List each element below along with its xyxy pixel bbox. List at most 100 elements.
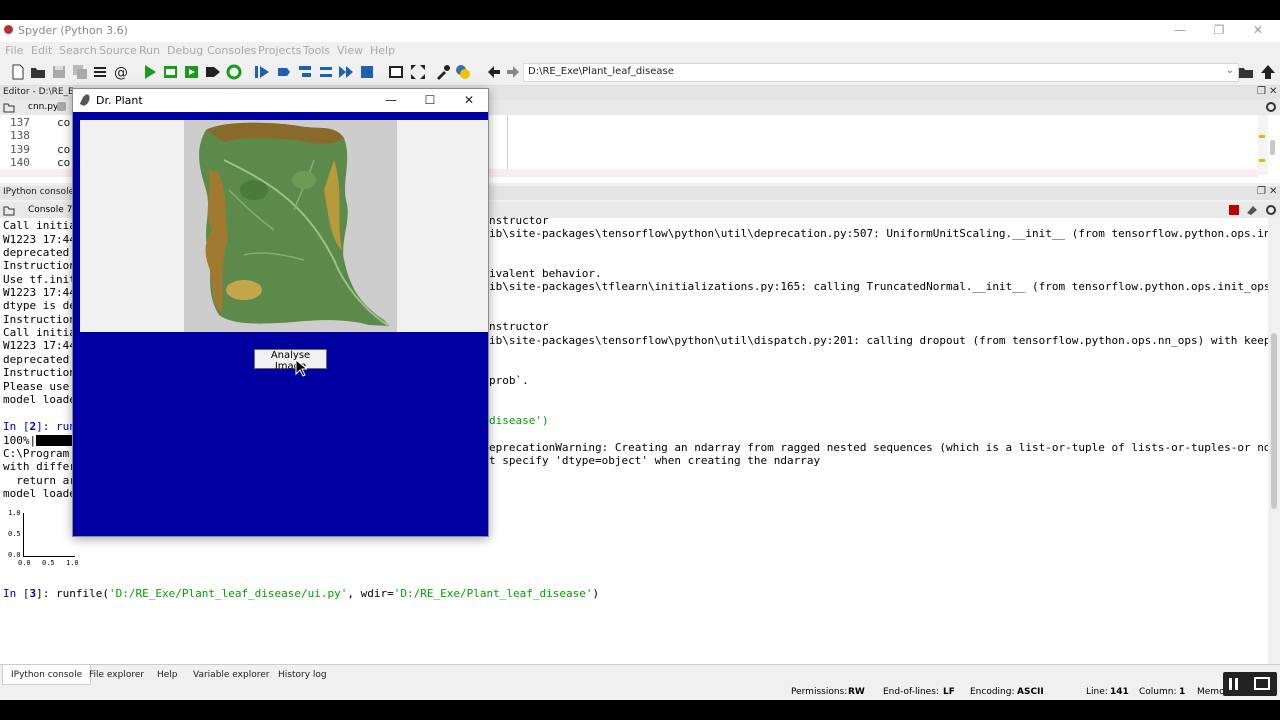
maximize-pane-icon[interactable] [388, 64, 404, 80]
stop-debug-icon[interactable] [359, 64, 375, 80]
menu-debug[interactable]: Debug [167, 44, 203, 57]
chevron-down-icon[interactable]: ⌄ [1226, 65, 1234, 76]
analyse-image-button[interactable]: Analyse Image [254, 349, 327, 372]
forward-arrow-icon[interactable] [505, 64, 521, 80]
console-line: eprecationWarning: Creating an ndarray f… [489, 441, 1280, 454]
tab-help[interactable]: Help [149, 665, 186, 685]
run-icon[interactable] [142, 64, 158, 80]
close-pane-icon[interactable]: ✕ [1269, 186, 1277, 197]
maximize-icon[interactable]: ☐ [421, 92, 439, 108]
undock-icon[interactable]: ❐ [1257, 186, 1266, 197]
prompt-command: ]: runfile( [36, 587, 109, 600]
leaf-photo [184, 120, 397, 332]
console-line: model loaded [3, 393, 83, 406]
in3-line: In [3]: runfile('D:/RE_Exe/Plant_leaf_di… [3, 587, 599, 600]
python-path-icon[interactable] [455, 64, 471, 80]
menu-source[interactable]: Source [99, 44, 137, 57]
run-selection-icon[interactable] [205, 64, 221, 80]
working-directory-path: D:\RE_Exe\Plant_leaf_disease [528, 66, 674, 77]
spyder-logo-icon [4, 25, 13, 34]
open-file-icon[interactable] [30, 64, 46, 80]
bottom-black-bar [0, 700, 1280, 720]
encoding-value: ASCII [1017, 687, 1044, 697]
browse-tabs-icon[interactable] [3, 102, 15, 113]
svg-text:@: @ [114, 65, 128, 80]
menu-edit[interactable]: Edit [31, 44, 52, 57]
menu-view[interactable]: View [337, 44, 363, 57]
menu-tools[interactable]: Tools [303, 44, 330, 57]
edge-line [507, 115, 508, 175]
menu-projects[interactable]: Projects [258, 44, 301, 57]
console-line: W1223 17:44 [3, 233, 76, 246]
close-tab-icon[interactable] [57, 102, 66, 111]
step-into-icon[interactable] [297, 64, 313, 80]
menu-search[interactable]: Search [59, 44, 97, 57]
list-icon[interactable] [92, 64, 108, 80]
menu-consoles[interactable]: Consoles [207, 44, 256, 57]
menu-bar: File Edit Search Source Run Debug Consol… [0, 42, 1280, 60]
step-icon[interactable] [276, 64, 292, 80]
close-icon[interactable]: ✕ [460, 92, 478, 108]
editor-tab-cnn[interactable]: cnn.py [28, 102, 58, 112]
feather-icon [79, 93, 92, 107]
screenshot-icon[interactable] [1254, 677, 1270, 690]
warning-marker [1259, 135, 1265, 138]
progress-label: 100%| [3, 434, 37, 447]
undock-icon[interactable]: ❐ [1257, 86, 1266, 97]
scroll-thumb[interactable] [1270, 140, 1275, 155]
console-scrollbar[interactable] [1268, 218, 1280, 664]
editor-scrollbar[interactable] [1258, 115, 1268, 175]
tab-file-explorer[interactable]: File explorer [81, 665, 152, 685]
y-tick-label: 0.0 [8, 551, 21, 559]
save-all-icon[interactable] [72, 64, 88, 80]
at-sign-icon[interactable]: @ [113, 64, 129, 80]
continue-icon[interactable] [338, 64, 354, 80]
step-return-icon[interactable] [318, 64, 334, 80]
tab-history-log[interactable]: History log [270, 665, 335, 685]
working-directory-input[interactable]: D:\RE_Exe\Plant_leaf_disease ⌄ [523, 63, 1239, 82]
new-file-icon[interactable] [10, 64, 26, 80]
tab-variable-explorer[interactable]: Variable explorer [185, 665, 277, 685]
debug-icon[interactable] [254, 64, 270, 80]
preferences-icon[interactable] [435, 64, 451, 80]
gear-icon[interactable] [1265, 204, 1277, 216]
save-icon[interactable] [51, 64, 67, 80]
stop-kernel-icon[interactable] [1229, 205, 1239, 215]
gear-icon[interactable] [1265, 101, 1277, 113]
close-pane-icon[interactable]: ✕ [1269, 86, 1277, 97]
console-line: ivalent behavior. [489, 267, 602, 280]
eol-value: LF [943, 687, 955, 697]
console-line: disease') [489, 414, 549, 427]
fullscreen-icon[interactable] [410, 64, 426, 80]
console-line: Please use [3, 380, 70, 393]
encoding-label: Encoding: [970, 687, 1015, 697]
menu-file[interactable]: File [5, 44, 23, 57]
rerun-icon[interactable] [226, 64, 242, 80]
console-line: W1223 17:44 [3, 286, 76, 299]
minimize-icon[interactable]: — [1170, 22, 1190, 38]
browse-folder-icon[interactable] [1238, 64, 1254, 80]
plot-axes [23, 513, 75, 557]
run-cell-advance-icon[interactable] [184, 64, 200, 80]
menu-run[interactable]: Run [139, 44, 160, 57]
restore-icon[interactable]: ❐ [1209, 22, 1229, 38]
parent-directory-icon[interactable] [1260, 64, 1276, 80]
run-cell-icon[interactable] [163, 64, 179, 80]
x-tick-label: 1.0 [66, 559, 79, 567]
line-number: 137 [10, 116, 30, 129]
pause-icon[interactable] [1229, 678, 1232, 690]
tab-ipython-console[interactable]: IPython console [2, 665, 92, 685]
dialog-title-bar: Dr. Plant — ☐ ✕ [73, 89, 488, 112]
permissions-label: Permissions: [791, 687, 848, 697]
close-icon[interactable]: ✕ [1248, 22, 1268, 38]
prompt-command: ) [592, 587, 600, 600]
console-line: nstructor [489, 320, 549, 333]
back-arrow-icon[interactable] [486, 64, 502, 80]
minimize-icon[interactable]: — [382, 92, 400, 108]
browse-tabs-icon[interactable] [3, 205, 15, 216]
scroll-thumb[interactable] [1271, 333, 1277, 509]
eraser-icon[interactable] [1246, 204, 1258, 216]
console-line: t specify 'dtype=object' when creating t… [489, 454, 821, 467]
menu-help[interactable]: Help [370, 44, 395, 57]
column-value: 1 [1179, 687, 1186, 697]
